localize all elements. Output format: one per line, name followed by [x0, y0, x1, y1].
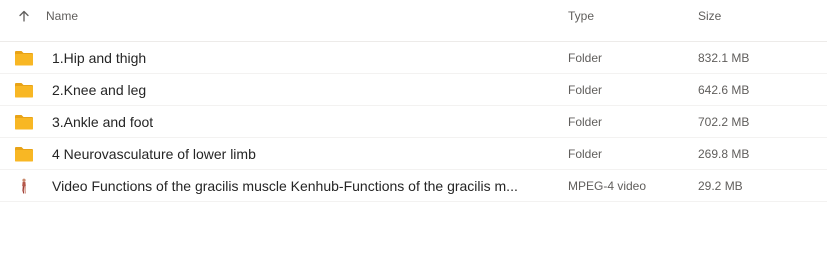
file-rows: 1.Hip and thigh Folder 832.1 MB 2.Knee a… [0, 42, 827, 202]
arrow-up-icon[interactable] [12, 4, 36, 28]
video-thumbnail-icon [14, 177, 34, 195]
file-type: Folder [568, 115, 603, 129]
folder-icon [14, 113, 34, 131]
file-size: 832.1 MB [698, 51, 750, 65]
file-type: Folder [568, 147, 603, 161]
name-header-label: Name [46, 9, 79, 23]
file-name[interactable]: 3.Ankle and foot [52, 106, 153, 138]
file-list: Name Type Size 1.Hip and thigh Folder 83… [0, 0, 827, 263]
folder-icon [14, 49, 34, 67]
file-name[interactable]: 2.Knee and leg [52, 74, 146, 106]
file-name[interactable]: Video Functions of the gracilis muscle K… [52, 170, 518, 202]
file-name[interactable]: 1.Hip and thigh [52, 42, 146, 74]
column-header-row: Name Type Size [0, 0, 827, 42]
file-row-neurovasculature[interactable]: 4 Neurovasculature of lower limb Folder … [0, 138, 827, 170]
file-name[interactable]: 4 Neurovasculature of lower limb [52, 138, 256, 170]
file-row-ankle-and-foot[interactable]: 3.Ankle and foot Folder 702.2 MB [0, 106, 827, 138]
file-type: Folder [568, 51, 603, 65]
file-size: 269.8 MB [698, 147, 750, 161]
file-type: MPEG-4 video [568, 179, 647, 193]
name-column-header[interactable]: Name [12, 0, 78, 32]
file-row-hip-and-thigh[interactable]: 1.Hip and thigh Folder 832.1 MB [0, 42, 827, 74]
folder-icon [14, 145, 34, 163]
file-row-video-gracilis[interactable]: Video Functions of the gracilis muscle K… [0, 170, 827, 202]
folder-icon [14, 81, 34, 99]
file-size: 642.6 MB [698, 83, 750, 97]
file-size: 702.2 MB [698, 115, 750, 129]
file-size: 29.2 MB [698, 179, 743, 193]
file-row-knee-and-leg[interactable]: 2.Knee and leg Folder 642.6 MB [0, 74, 827, 106]
file-type: Folder [568, 83, 603, 97]
size-column-header[interactable]: Size [698, 0, 721, 32]
type-column-header[interactable]: Type [568, 0, 594, 32]
